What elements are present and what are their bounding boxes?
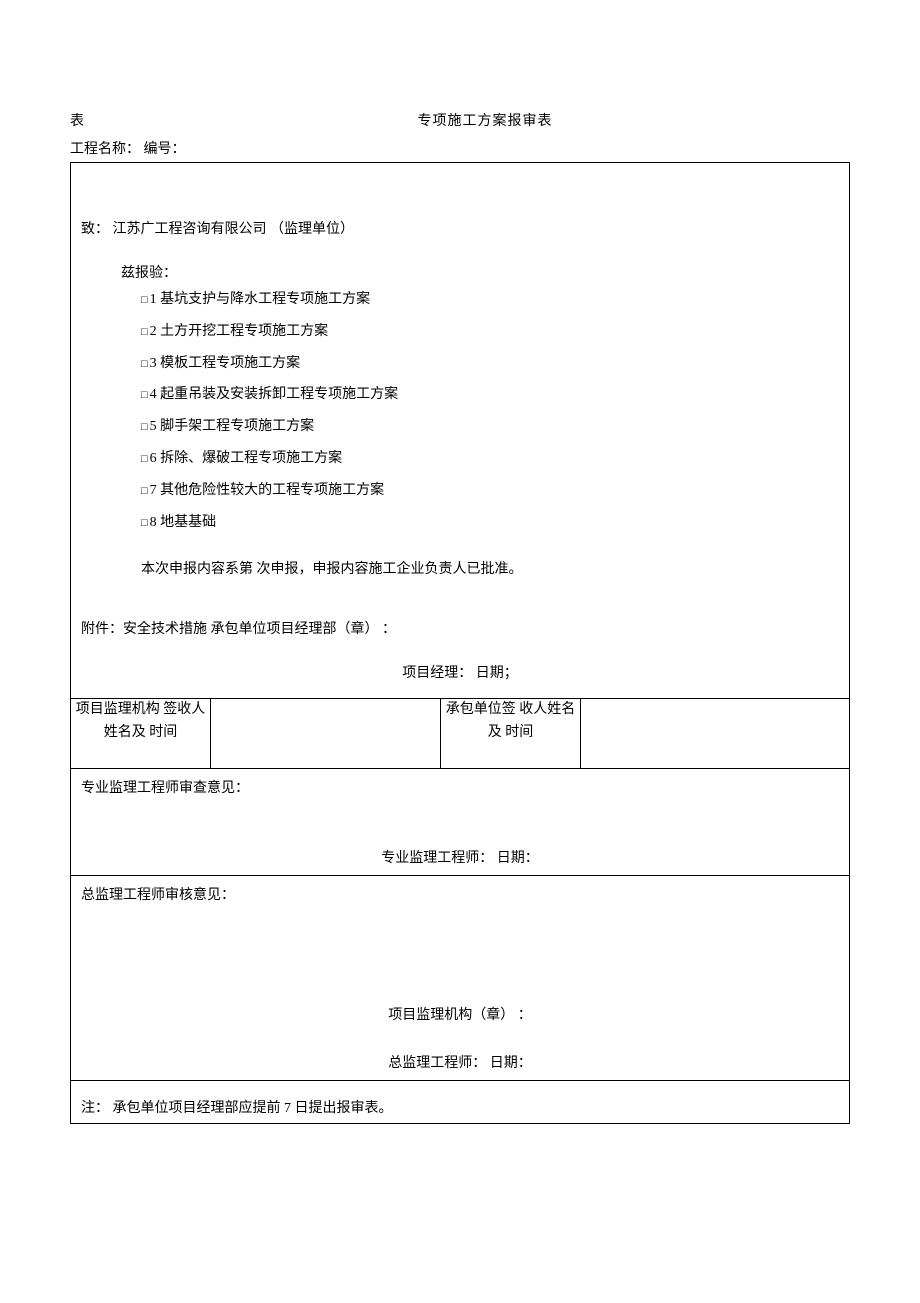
footnote: 注： 承包单位项目经理部应提前 7 日提出报审表。 [71, 1081, 849, 1123]
checkbox-icon: □ [141, 358, 148, 370]
item-text: 8 地基基础 [150, 515, 217, 530]
chief-opinion-title: 总监理工程师审核意见： [81, 884, 839, 904]
checklist-item: □6 拆除、爆破工程专项施工方案 [81, 447, 839, 471]
chief-sign-line: 总监理工程师： 日期： [81, 1052, 839, 1072]
item-text: 3 模板工程专项施工方案 [150, 356, 301, 371]
item-text: 6 拆除、爆破工程专项施工方案 [150, 451, 343, 466]
checkbox-icon: □ [141, 517, 148, 529]
declaration-text: 本次申报内容系第 次申报，申报内容施工企业负责人已批准。 [81, 558, 839, 578]
header-left-label: 表 [70, 110, 120, 130]
supervisor-signer-label: 项目监理机构 签收人姓名及 时间 [71, 699, 211, 769]
specialist-opinion-section: 专业监理工程师审查意见： 专业监理工程师： 日期： [71, 769, 849, 875]
checkbox-icon: □ [141, 389, 148, 401]
project-name-row: 工程名称： 编号： [70, 138, 850, 158]
application-section: 致： 江苏广工程咨询有限公司 （监理单位） 兹报验： □1 基坑支护与降水工程专… [71, 163, 849, 698]
specialist-sign-line: 专业监理工程师： 日期： [81, 847, 839, 867]
report-label: 兹报验： [81, 262, 839, 282]
checklist-item: □1 基坑支护与降水工程专项施工方案 [81, 288, 839, 312]
checklist-item: □2 土方开挖工程专项施工方案 [81, 320, 839, 344]
checklist-item: □8 地基基础 [81, 511, 839, 535]
item-text: 2 土方开挖工程专项施工方案 [150, 324, 329, 339]
checklist-item: □7 其他危险性较大的工程专项施工方案 [81, 479, 839, 503]
org-seal-line: 项目监理机构（章） ： [81, 1004, 839, 1024]
page-title: 专项施工方案报审表 [120, 110, 850, 130]
item-text: 7 其他危险性较大的工程专项施工方案 [150, 483, 385, 498]
checklist-item: □3 模板工程专项施工方案 [81, 352, 839, 376]
chief-opinion-section: 总监理工程师审核意见： 项目监理机构（章） ： 总监理工程师： 日期： [71, 876, 849, 1080]
checkbox-icon: □ [141, 485, 148, 497]
checklist-item: □4 起重吊装及安装拆卸工程专项施工方案 [81, 383, 839, 407]
item-text: 5 脚手架工程专项施工方案 [150, 419, 315, 434]
specialist-opinion-title: 专业监理工程师审查意见： [81, 777, 839, 797]
checkbox-icon: □ [141, 421, 148, 433]
supervisor-signer-value [211, 699, 441, 769]
checkbox-icon: □ [141, 326, 148, 338]
checkbox-icon: □ [141, 294, 148, 306]
page-header: 表 专项施工方案报审表 [70, 110, 850, 130]
checklist-item: □5 脚手架工程专项施工方案 [81, 415, 839, 439]
addressee: 致： 江苏广工程咨询有限公司 （监理单位） [81, 218, 839, 238]
contractor-signer-label: 承包单位签 收人姓名及 时间 [441, 699, 581, 769]
item-text: 1 基坑支护与降水工程专项施工方案 [150, 292, 371, 307]
form-table: 致： 江苏广工程咨询有限公司 （监理单位） 兹报验： □1 基坑支护与降水工程专… [70, 162, 850, 1124]
item-text: 4 起重吊装及安装拆卸工程专项施工方案 [150, 387, 399, 402]
contractor-signer-value [581, 699, 850, 769]
pm-date-line: 项目经理： 日期； [81, 662, 839, 688]
checkbox-icon: □ [141, 453, 148, 465]
signature-row: 项目监理机构 签收人姓名及 时间 承包单位签 收人姓名及 时间 [71, 699, 850, 769]
attachment-text: 附件：安全技术措施 承包单位项目经理部（章） ： [81, 618, 839, 638]
